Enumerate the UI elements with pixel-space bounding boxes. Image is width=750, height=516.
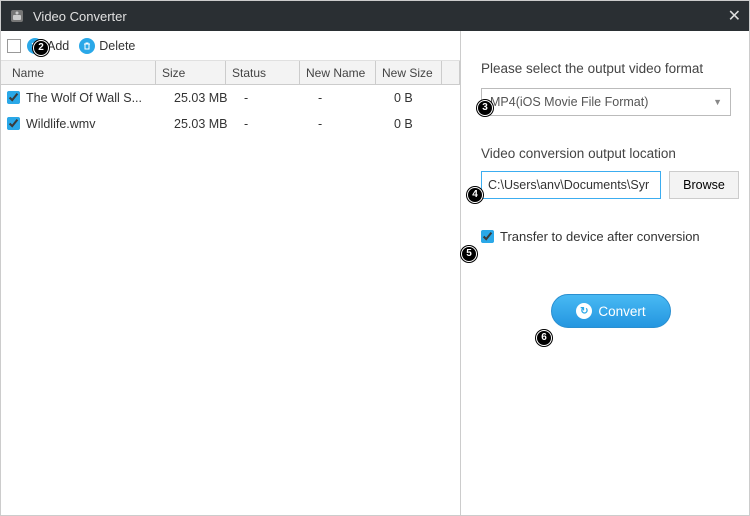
table-body: The Wolf Of Wall S... 25.03 MB - - 0 B W…: [1, 85, 460, 515]
col-newsize[interactable]: New Size: [376, 61, 442, 84]
table-row[interactable]: The Wolf Of Wall S... 25.03 MB - - 0 B: [1, 85, 460, 111]
cell-name: Wildlife.wmv: [26, 117, 174, 131]
col-status[interactable]: Status: [226, 61, 300, 84]
app-icon: [9, 8, 25, 24]
video-converter-window: Video Converter ✕ Add Delete: [0, 0, 750, 516]
format-select[interactable]: MP4(iOS Movie File Format) ▼: [481, 88, 731, 116]
cell-newname: -: [318, 117, 394, 131]
close-button[interactable]: ✕: [728, 6, 741, 26]
annotation-badge-3: 3: [477, 100, 493, 116]
toolbar: Add Delete: [1, 31, 460, 61]
cell-newsize: 0 B: [394, 117, 460, 131]
transfer-checkbox[interactable]: [481, 230, 494, 243]
col-spacer: [442, 61, 460, 84]
location-input[interactable]: [481, 171, 661, 199]
trash-icon: [79, 38, 95, 54]
convert-label: Convert: [598, 304, 645, 319]
col-size[interactable]: Size: [156, 61, 226, 84]
cell-status: -: [244, 91, 318, 105]
cell-newsize: 0 B: [394, 91, 460, 105]
chevron-down-icon: ▼: [713, 97, 722, 107]
add-label: Add: [47, 39, 69, 53]
format-label: Please select the output video format: [481, 61, 739, 76]
row-checkbox[interactable]: [7, 117, 20, 130]
cell-size: 25.03 MB: [174, 91, 244, 105]
delete-label: Delete: [99, 39, 135, 53]
annotation-badge-2: 2: [33, 40, 49, 56]
cell-name: The Wolf Of Wall S...: [26, 91, 174, 105]
browse-button[interactable]: Browse: [669, 171, 739, 199]
transfer-label: Transfer to device after conversion: [500, 229, 700, 244]
col-name[interactable]: Name: [6, 61, 156, 84]
format-value: MP4(iOS Movie File Format): [490, 95, 648, 109]
cell-newname: -: [318, 91, 394, 105]
cell-size: 25.03 MB: [174, 117, 244, 131]
annotation-badge-4: 4: [467, 187, 483, 203]
annotation-badge-6: 6: [536, 330, 552, 346]
table-row[interactable]: Wildlife.wmv 25.03 MB - - 0 B: [1, 111, 460, 137]
annotation-badge-5: 5: [461, 246, 477, 262]
settings-panel: Please select the output video format MP…: [461, 31, 750, 515]
cell-status: -: [244, 117, 318, 131]
title-bar: Video Converter ✕: [1, 1, 749, 31]
table-header: Name Size Status New Name New Size: [1, 61, 460, 85]
refresh-icon: ↻: [576, 303, 592, 319]
delete-button[interactable]: Delete: [79, 38, 135, 54]
window-title: Video Converter: [33, 9, 127, 24]
location-label: Video conversion output location: [481, 146, 739, 161]
convert-button[interactable]: ↻ Convert: [551, 294, 671, 328]
col-newname[interactable]: New Name: [300, 61, 376, 84]
file-list-panel: Add Delete Name Size Status New Name New…: [1, 31, 461, 515]
row-checkbox[interactable]: [7, 91, 20, 104]
select-all-checkbox[interactable]: [7, 39, 21, 53]
